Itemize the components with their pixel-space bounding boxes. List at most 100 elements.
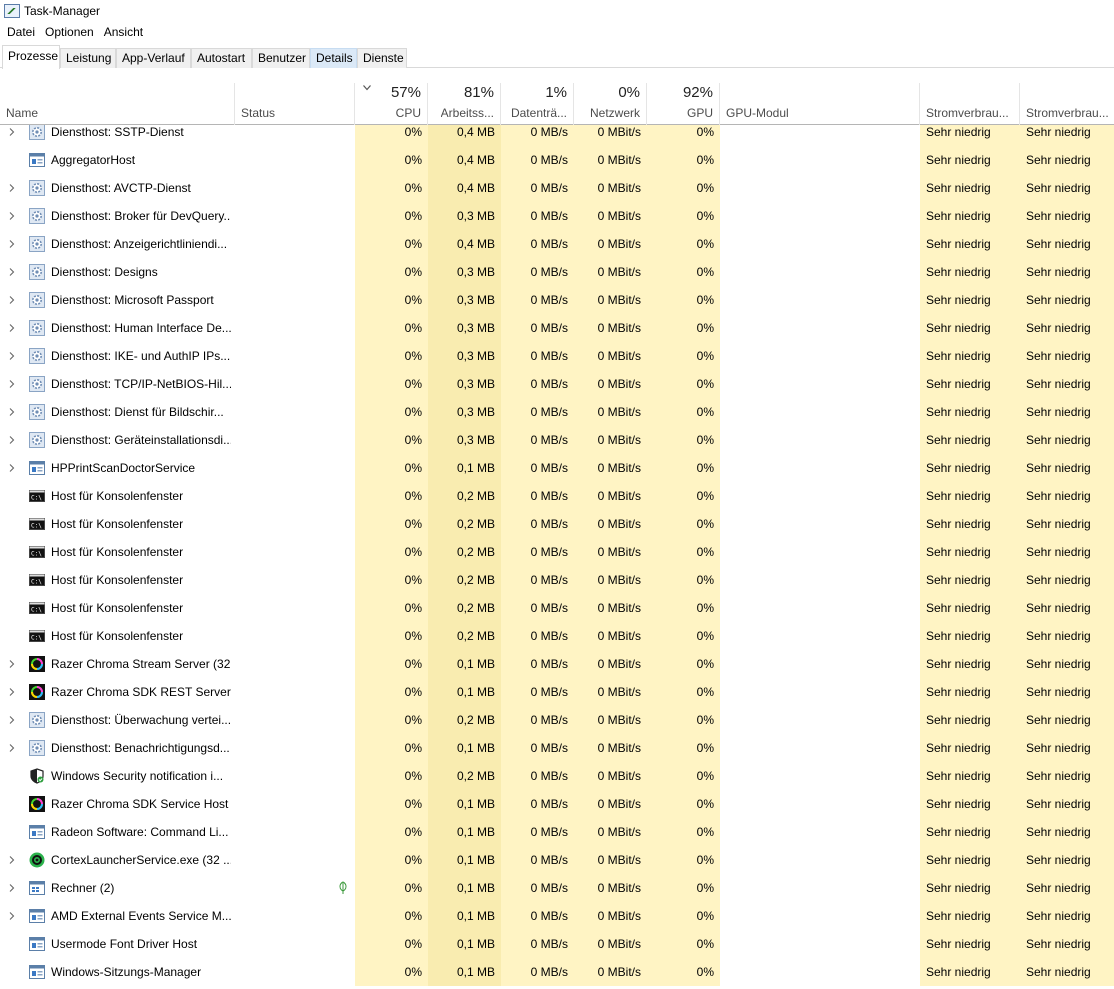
column-gpu-modul[interactable]: GPU-Modul [720, 83, 920, 125]
chevron-right-icon[interactable] [9, 296, 15, 304]
table-row[interactable]: Diensthost: Human Interface De... 0% 0,3 M… [0, 314, 1114, 342]
table-row[interactable]: Diensthost: Benachrichtigungsd... 0% 0,1 M… [0, 734, 1114, 762]
chevron-right-icon[interactable] [9, 464, 15, 472]
svg-text:C:\: C:\ [31, 607, 42, 614]
table-row[interactable]: Radeon Software: Command Li... 0% 0,1 MB 0 … [0, 818, 1114, 846]
cell-power: Sehr niedrig [920, 930, 1020, 958]
cell-memory: 0,1 MB [428, 874, 501, 902]
table-row[interactable]: Usermode Font Driver Host 0% 0,1 MB 0 MB/s 0… [0, 930, 1114, 958]
tab-benutzer[interactable]: Benutzer [252, 48, 310, 68]
table-row[interactable]: C:\ Host für Konsolenfenster 0% 0,2 MB 0 MB/… [0, 594, 1114, 622]
chevron-right-icon[interactable] [9, 436, 15, 444]
cell-gpu: 0% [647, 482, 720, 510]
cell-power: Sehr niedrig [920, 125, 1020, 146]
process-name: CortexLauncherService.exe (32 ... [51, 853, 231, 867]
cell-network: 0 MBit/s [574, 650, 647, 678]
cell-memory: 0,2 MB [428, 538, 501, 566]
table-row[interactable]: Diensthost: Dienst für Bildschir... 0% 0,3… [0, 398, 1114, 426]
table-row[interactable]: CortexLauncherService.exe (32 ... 0% 0,1 M… [0, 846, 1114, 874]
column-arbeitsspeicher[interactable]: 81% Arbeitss... [428, 83, 501, 125]
table-row[interactable]: Diensthost: IKE- und AuthIP IPs... 0% 0,3 … [0, 342, 1114, 370]
chevron-right-icon[interactable] [9, 716, 15, 724]
process-name: Windows-Sitzungs-Manager [51, 965, 202, 979]
chevron-right-icon[interactable] [9, 912, 15, 920]
cell-disk: 0 MB/s [501, 342, 574, 370]
cell-power-trend: Sehr niedrig [1020, 958, 1114, 986]
tab-app-verlauf[interactable]: App-Verlauf [116, 48, 191, 68]
chevron-right-icon[interactable] [9, 324, 15, 332]
table-row[interactable]: C:\ Host für Konsolenfenster 0% 0,2 MB 0 MB/… [0, 538, 1114, 566]
table-row[interactable]: Windows Security notification i... 0% 0,2 … [0, 762, 1114, 790]
table-row[interactable]: Diensthost: AVCTP-Dienst 0% 0,4 MB 0 MB/s 0 … [0, 174, 1114, 202]
cell-gpu: 0% [647, 734, 720, 762]
table-row[interactable]: C:\ Host für Konsolenfenster 0% 0,2 MB 0 MB/… [0, 566, 1114, 594]
table-row[interactable]: Diensthost: Überwachung vertei... 0% 0,2 M… [0, 706, 1114, 734]
tab-leistung[interactable]: Leistung [60, 48, 116, 68]
chevron-right-icon[interactable] [9, 688, 15, 696]
column-netzwerk[interactable]: 0% Netzwerk [574, 83, 647, 125]
memory-total: 81% [463, 84, 494, 101]
table-row[interactable]: C:\ Host für Konsolenfenster 0% 0,2 MB 0 MB/… [0, 482, 1114, 510]
table-row[interactable]: Rechner (2) 0% 0,1 MB 0 MB/s 0 MBit/s 0% Sehr … [0, 874, 1114, 902]
table-row[interactable]: Diensthost: TCP/IP-NetBIOS-Hil... 0% 0,3 M… [0, 370, 1114, 398]
process-name: Razer Chroma SDK REST Server (... [51, 685, 231, 699]
tab-autostart[interactable]: Autostart [191, 48, 252, 68]
chevron-right-icon[interactable] [9, 380, 15, 388]
cell-power: Sehr niedrig [920, 874, 1020, 902]
column-stromverbrauch[interactable]: Stromverbrau... [920, 83, 1020, 125]
chevron-right-icon[interactable] [9, 212, 15, 220]
chevron-right-icon[interactable] [9, 268, 15, 276]
table-row[interactable]: Razer Chroma Stream Server (32... 0% 0,1 M… [0, 650, 1114, 678]
table-row[interactable]: Razer Chroma SDK REST Server (... 0% 0,1 M… [0, 678, 1114, 706]
cell-gpu: 0% [647, 930, 720, 958]
chevron-right-icon[interactable] [9, 184, 15, 192]
table-row[interactable]: C:\ Host für Konsolenfenster 0% 0,2 MB 0 MB/… [0, 510, 1114, 538]
tab-prozesse[interactable]: Prozesse [2, 45, 60, 69]
table-row[interactable]: Windows-Sitzungs-Manager 0% 0,1 MB 0 MB/s 0 … [0, 958, 1114, 986]
table-row[interactable]: AMD External Events Service M... 0% 0,1 MB… [0, 902, 1114, 930]
svg-text:C:\: C:\ [31, 635, 42, 642]
cpu-total: 57% [390, 84, 421, 101]
chevron-right-icon[interactable] [9, 128, 15, 136]
column-network-label: Netzwerk [589, 106, 640, 120]
app-window-icon [29, 824, 45, 840]
table-row[interactable]: Diensthost: Designs 0% 0,3 MB 0 MB/s 0 MBit/… [0, 258, 1114, 286]
chevron-right-icon[interactable] [9, 884, 15, 892]
table-row[interactable]: Diensthost: Anzeigerichtliniendi... 0% 0,4… [0, 230, 1114, 258]
cell-gpu: 0% [647, 370, 720, 398]
table-row[interactable]: HPPrintScanDoctorService 0% 0,1 MB 0 MB/s 0 … [0, 454, 1114, 482]
process-name: Diensthost: AVCTP-Dienst [51, 181, 191, 195]
column-stromverbrauch-trend[interactable]: Stromverbrau... [1020, 83, 1114, 125]
service-gear-icon [29, 236, 45, 252]
column-status[interactable]: Status [235, 83, 355, 125]
chevron-right-icon[interactable] [9, 856, 15, 864]
column-gpu[interactable]: 92% GPU [647, 83, 720, 125]
column-datentraeger[interactable]: 1% Datenträ... [501, 83, 574, 125]
column-cpu[interactable]: 57% CPU [355, 83, 428, 125]
column-memory-label: Arbeitss... [440, 106, 494, 120]
cell-network: 0 MBit/s [574, 146, 647, 174]
menu-datei[interactable]: Datei [2, 25, 40, 39]
chevron-right-icon[interactable] [9, 240, 15, 248]
table-row[interactable]: Diensthost: Geräteinstallationsdi... 0% 0,… [0, 426, 1114, 454]
table-row[interactable]: C:\ Host für Konsolenfenster 0% 0,2 MB 0 MB/… [0, 622, 1114, 650]
cell-memory: 0,4 MB [428, 125, 501, 146]
chevron-right-icon[interactable] [9, 744, 15, 752]
table-row[interactable]: AggregatorHost 0% 0,4 MB 0 MB/s 0 MBit/s 0% Se… [0, 146, 1114, 174]
tab-dienste[interactable]: Dienste [357, 48, 407, 68]
menu-optionen[interactable]: Optionen [40, 25, 99, 39]
column-name[interactable]: Name [0, 83, 235, 125]
table-row[interactable]: Diensthost: Microsoft Passport 0% 0,3 MB 0 … [0, 286, 1114, 314]
table-row[interactable]: Diensthost: SSTP-Dienst 0% 0,4 MB 0 MB/s 0 M… [0, 125, 1114, 146]
chevron-right-icon[interactable] [9, 352, 15, 360]
chevron-right-icon[interactable] [9, 660, 15, 668]
cell-network: 0 MBit/s [574, 286, 647, 314]
cell-memory: 0,3 MB [428, 286, 501, 314]
tab-details[interactable]: Details [310, 48, 357, 68]
console-icon: C:\ [29, 516, 45, 532]
table-row[interactable]: Diensthost: Broker für DevQuery... 0% 0,3 … [0, 202, 1114, 230]
chevron-right-icon[interactable] [9, 408, 15, 416]
cell-power: Sehr niedrig [920, 314, 1020, 342]
menu-ansicht[interactable]: Ansicht [99, 25, 148, 39]
table-row[interactable]: Razer Chroma SDK Service Host ... 0% 0,1 M… [0, 790, 1114, 818]
